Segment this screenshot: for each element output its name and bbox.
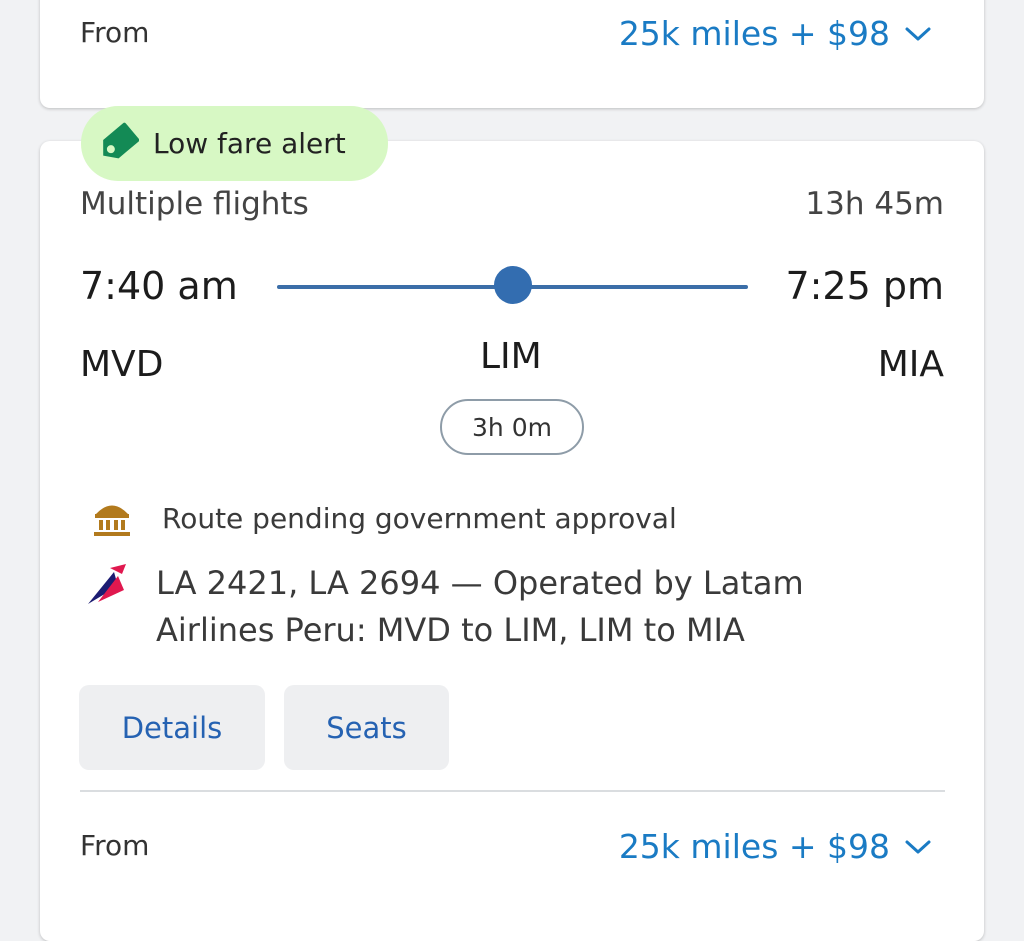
details-button[interactable]: Details — [79, 685, 265, 770]
government-building-icon — [94, 505, 130, 536]
from-label: From — [80, 16, 150, 49]
flight-type-label: Multiple flights — [80, 186, 309, 222]
price-dropdown[interactable]: 25k miles + $98 — [619, 14, 932, 53]
departure-airport: MVD — [80, 344, 164, 385]
tag-icon — [103, 122, 139, 158]
latam-logo-icon — [88, 564, 126, 604]
price-dropdown[interactable]: 25k miles + $98 — [619, 827, 932, 866]
flight-result-card[interactable] — [40, 141, 984, 941]
seats-button[interactable]: Seats — [284, 685, 449, 770]
total-duration: 13h 45m — [805, 186, 944, 222]
route-notice-text: Route pending government approval — [162, 501, 677, 535]
operated-by-text: LA 2421, LA 2694 — Operated by Latam Air… — [156, 564, 804, 649]
arrival-time: 7:25 pm — [785, 264, 944, 308]
from-label: From — [80, 829, 150, 862]
stop-marker — [494, 266, 532, 304]
arrival-airport: MIA — [877, 344, 944, 385]
price-label: 25k miles + $98 — [618, 14, 890, 53]
price-label: 25k miles + $98 — [618, 827, 890, 866]
route-notice: Route pending government approval — [92, 499, 677, 537]
layover-duration-pill: 3h 0m — [440, 399, 584, 455]
divider — [80, 790, 945, 792]
chevron-down-icon — [905, 27, 931, 40]
chevron-down-icon — [905, 840, 931, 853]
departure-time: 7:40 am — [80, 264, 238, 308]
badge-label: Low fare alert — [153, 127, 346, 160]
stop-airport: LIM — [480, 336, 542, 377]
low-fare-alert-badge: Low fare alert — [81, 106, 388, 181]
